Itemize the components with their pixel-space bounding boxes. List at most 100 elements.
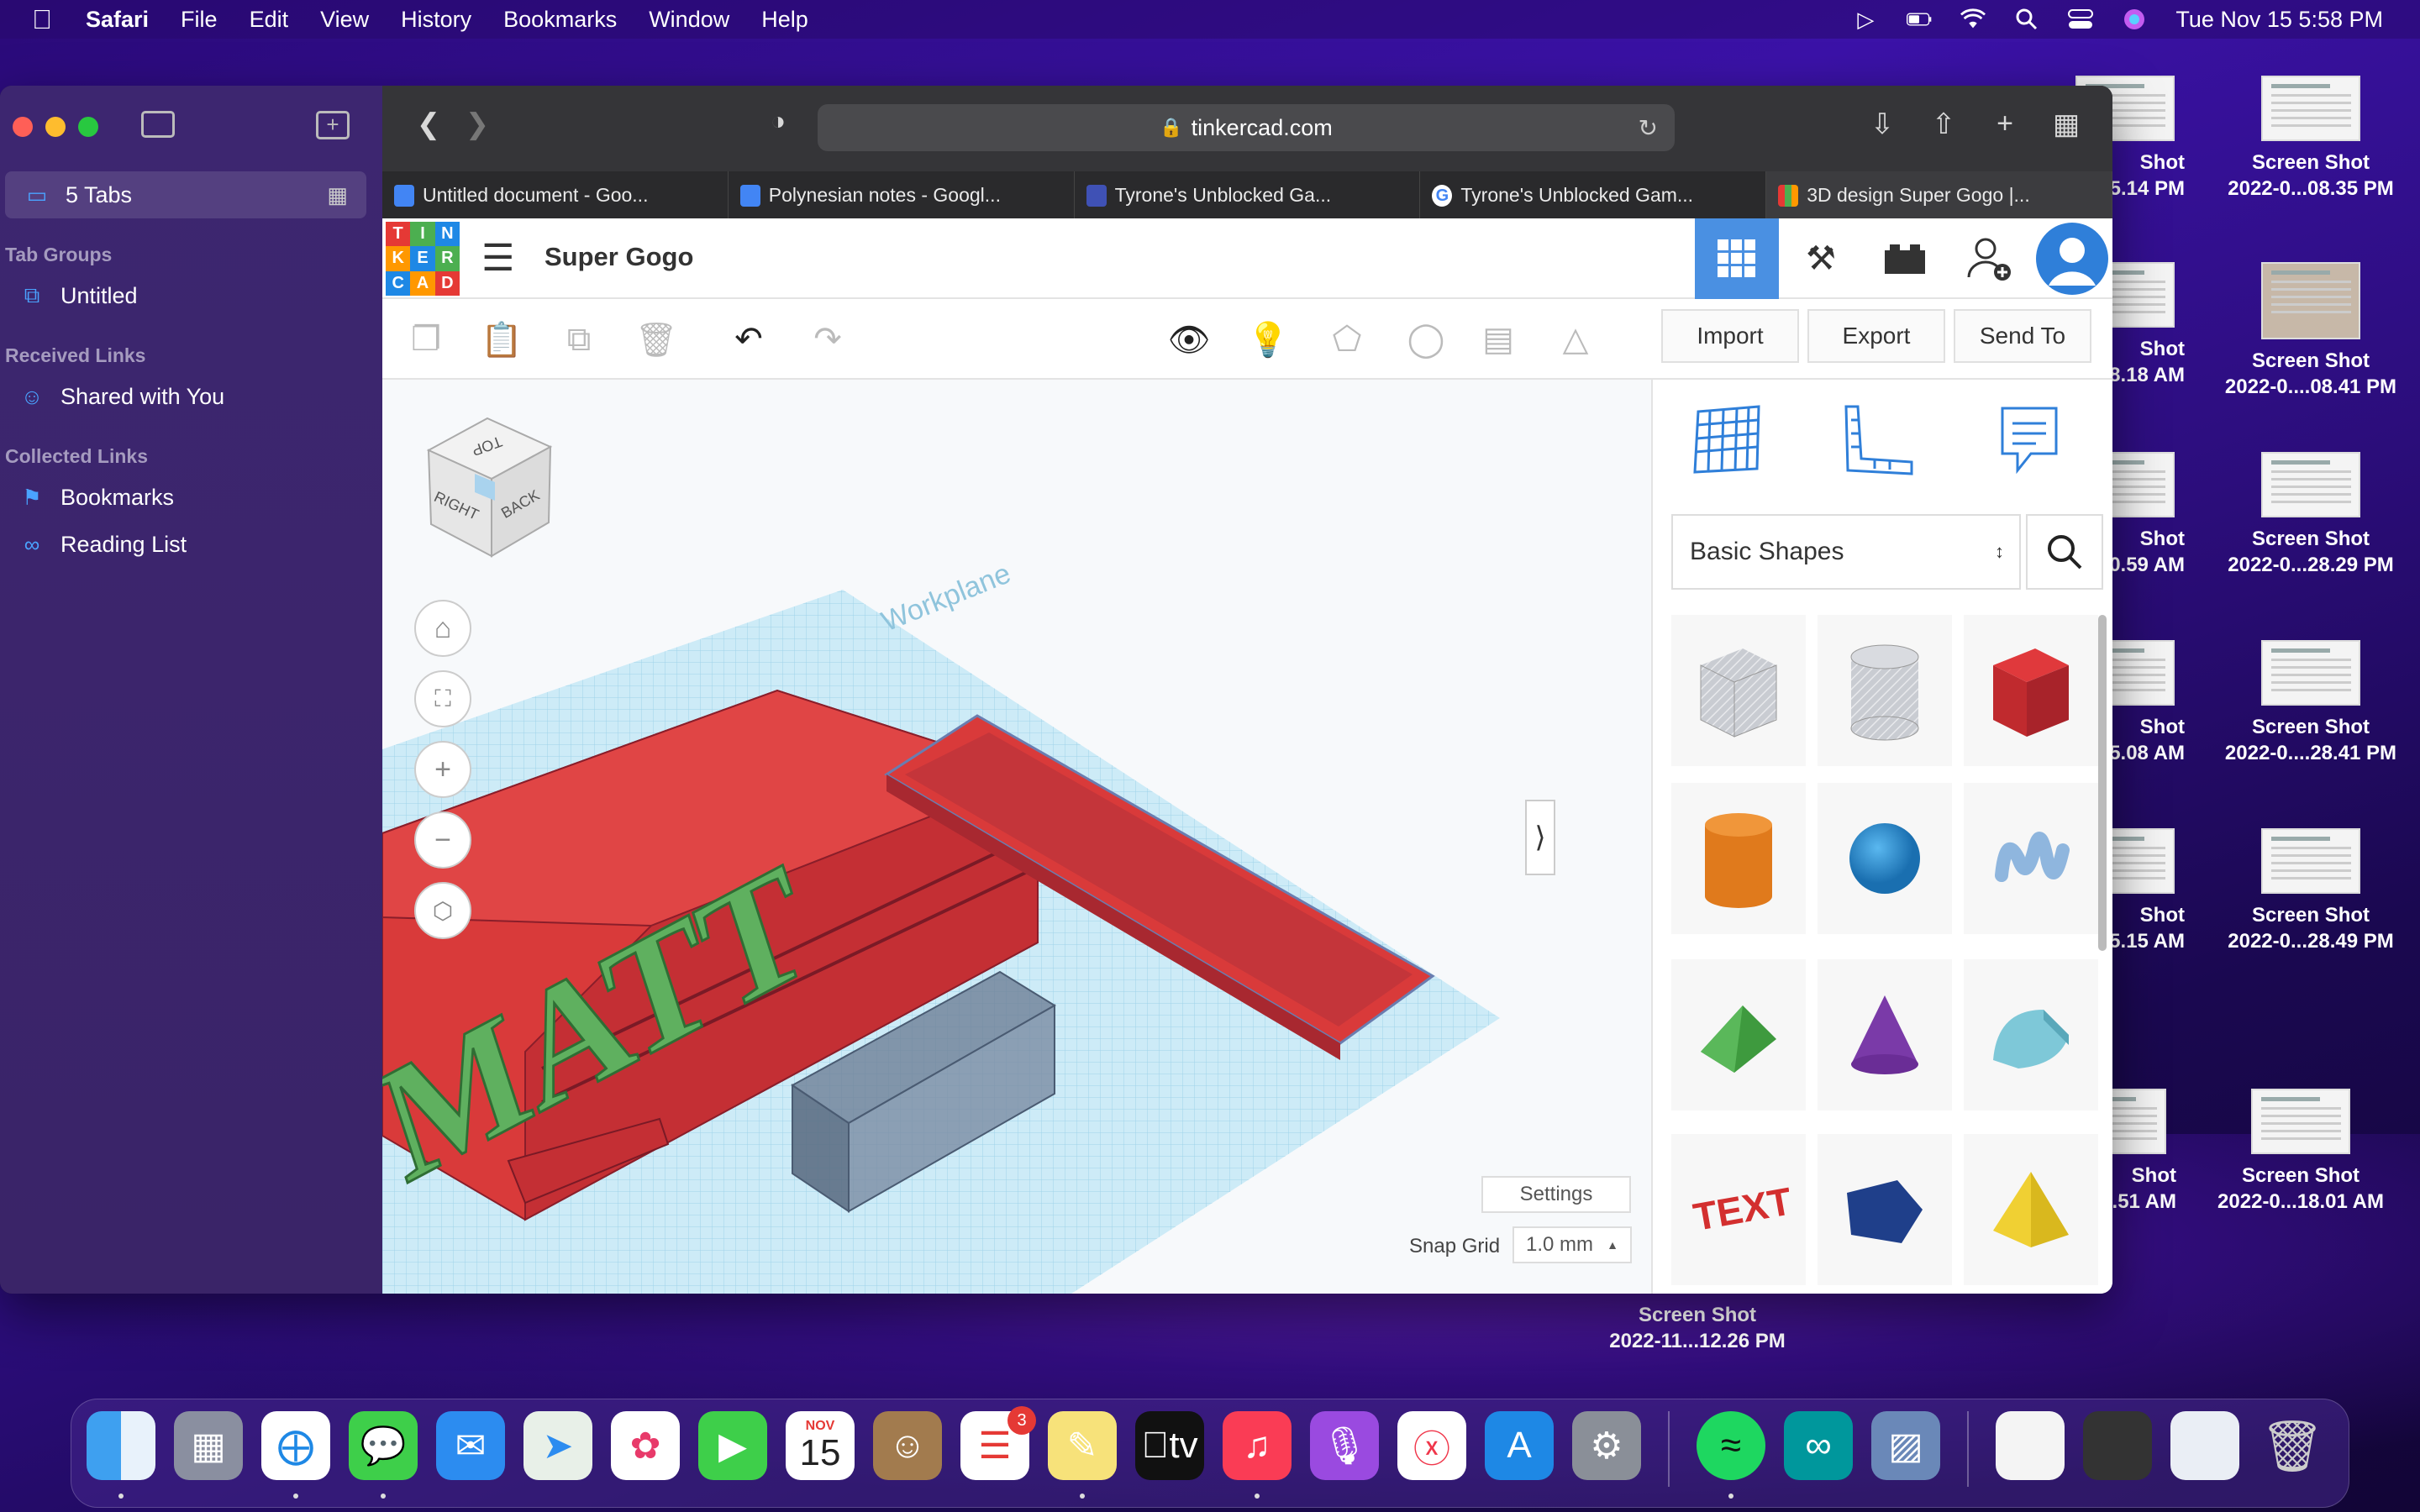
contacts-icon[interactable]: ☺ bbox=[873, 1411, 942, 1480]
shape-box[interactable] bbox=[1964, 615, 2098, 766]
design-list-icon[interactable]: ☰ bbox=[481, 237, 514, 280]
apple-icon[interactable]:  bbox=[32, 4, 52, 35]
downloads-icon[interactable]: ⇩ bbox=[1861, 108, 1903, 141]
trash-icon[interactable]: 🗑 bbox=[2258, 1411, 2327, 1480]
add-user-icon[interactable] bbox=[1947, 218, 2031, 299]
hole-icon[interactable]: ◯ bbox=[1402, 316, 1449, 363]
browser-tab-active[interactable]: 3D design Super Gogo |... bbox=[1766, 171, 2112, 218]
close-window-button[interactable] bbox=[13, 117, 33, 137]
settings-button[interactable]: Settings bbox=[1481, 1176, 1631, 1213]
grid-icon[interactable]: ▦ bbox=[327, 182, 348, 208]
menu-history[interactable]: History bbox=[401, 7, 471, 33]
shape-scribble[interactable] bbox=[1964, 783, 2098, 934]
undo-icon[interactable]: ↶ bbox=[725, 316, 772, 363]
new-tab-group-icon[interactable]: + bbox=[316, 111, 350, 139]
minimize-window-button[interactable] bbox=[45, 117, 66, 137]
apple-tv-icon[interactable]: tv bbox=[1135, 1411, 1204, 1480]
menu-help[interactable]: Help bbox=[761, 7, 808, 33]
workplane-canvas[interactable]: Workplane MATT TOP RIGHT BACK ⌂ ⛶ + − ⬡ … bbox=[382, 380, 1651, 1294]
siri-icon[interactable] bbox=[2122, 8, 2147, 30]
ruler-tool-icon[interactable] bbox=[1841, 403, 1917, 480]
sidebar-item-shared[interactable]: ☺ Shared with You bbox=[0, 373, 382, 420]
browser-tab[interactable]: Polynesian notes - Googl... bbox=[729, 171, 1075, 218]
notes-tool-icon[interactable] bbox=[1997, 403, 2061, 480]
menu-edit[interactable]: Edit bbox=[250, 7, 289, 33]
delete-icon[interactable]: 🗑 bbox=[633, 316, 680, 363]
zoom-in-icon[interactable]: + bbox=[414, 741, 471, 798]
now-playing-icon[interactable]: ▷ bbox=[1853, 7, 1878, 32]
paste-icon[interactable]: 📋 bbox=[478, 316, 525, 363]
spotlight-search-icon[interactable] bbox=[2014, 8, 2039, 30]
sidebar-item-reading-list[interactable]: ∞ Reading List bbox=[0, 521, 382, 568]
preview-icon[interactable]: ▨ bbox=[1871, 1411, 1940, 1480]
sidebar-toggle-icon[interactable] bbox=[141, 111, 175, 138]
shape-category-select[interactable]: Basic Shapes ↕ bbox=[1671, 514, 2021, 590]
duplicate-icon[interactable]: ⧉ bbox=[555, 316, 602, 363]
share-icon[interactable]: ⇧ bbox=[1923, 108, 1965, 141]
mirror-icon[interactable]: △ bbox=[1552, 316, 1599, 363]
bricks-icon[interactable] bbox=[1863, 218, 1947, 299]
spotify-icon[interactable]: ≈ bbox=[1697, 1411, 1765, 1480]
home-view-icon[interactable]: ⌂ bbox=[414, 600, 471, 657]
back-button[interactable]: ❮ bbox=[408, 108, 450, 141]
desktop-file[interactable]: Screen Shot 2022-0...08.35 PM bbox=[2218, 76, 2403, 202]
workplane-tool-icon[interactable] bbox=[1691, 403, 1764, 480]
desktop-file[interactable]: Screen Shot 2022-11...12.26 PM bbox=[1601, 1302, 1794, 1354]
zoom-out-icon[interactable]: − bbox=[414, 811, 471, 869]
desktop-file[interactable]: Screen Shot 2022-0...28.49 PM bbox=[2218, 828, 2403, 954]
photos-icon[interactable]: ✿ bbox=[611, 1411, 680, 1480]
control-center-icon[interactable] bbox=[2068, 8, 2094, 30]
send-to-button[interactable]: Send To bbox=[1954, 309, 2091, 363]
sidebar-item-tabs[interactable]: ▭ 5 Tabs ▦ bbox=[5, 171, 366, 218]
documents-stack-icon[interactable] bbox=[2170, 1411, 2239, 1480]
blocks-pickaxe-icon[interactable]: ⚒ bbox=[1779, 218, 1863, 299]
screenshot-stack-icon[interactable] bbox=[2083, 1411, 2152, 1480]
shape-cylinder-hole[interactable] bbox=[1818, 615, 1952, 766]
finder-icon[interactable] bbox=[87, 1411, 155, 1480]
zoom-window-button[interactable] bbox=[78, 117, 98, 137]
menu-view[interactable]: View bbox=[320, 7, 369, 33]
lightbulb-icon[interactable]: 💡 bbox=[1244, 316, 1292, 363]
desktop-file[interactable]: Screen Shot 2022-0...28.29 PM bbox=[2218, 452, 2403, 578]
sidebar-item-bookmarks[interactable]: ⚑ Bookmarks bbox=[0, 474, 382, 521]
maps-icon[interactable]: ➤ bbox=[523, 1411, 592, 1480]
arduino-icon[interactable]: ∞ bbox=[1784, 1411, 1853, 1480]
system-preferences-icon[interactable]: ⚙ bbox=[1572, 1411, 1641, 1480]
calendar-icon[interactable]: NOV 15 bbox=[786, 1411, 855, 1480]
import-button[interactable]: Import bbox=[1661, 309, 1799, 363]
shape-roof[interactable] bbox=[1671, 959, 1806, 1110]
copy-icon[interactable]: ❐ bbox=[402, 316, 450, 363]
3d-view-button[interactable] bbox=[1695, 218, 1779, 299]
shape-box-hole[interactable] bbox=[1671, 615, 1806, 766]
shape-sphere[interactable] bbox=[1818, 783, 1952, 934]
menu-window[interactable]: Window bbox=[649, 7, 729, 33]
shape-pyramid[interactable] bbox=[1964, 1134, 2098, 1285]
menu-bookmarks[interactable]: Bookmarks bbox=[503, 7, 617, 33]
mail-icon[interactable]: ✉ bbox=[436, 1411, 505, 1480]
shape-polygon[interactable] bbox=[1818, 1134, 1952, 1285]
browser-tab[interactable]: Tyrone's Unblocked Ga... bbox=[1075, 171, 1421, 218]
shape-text[interactable]: TEXT bbox=[1671, 1134, 1806, 1285]
new-tab-icon[interactable]: + bbox=[1984, 108, 2026, 140]
desktop-file[interactable]: Screen Shot 2022-0....28.41 PM bbox=[2218, 640, 2403, 766]
address-bar[interactable]: 🔒 tinkercad.com ↻ bbox=[818, 104, 1675, 151]
notes-icon[interactable]: ✎ bbox=[1048, 1411, 1117, 1480]
reload-icon[interactable]: ↻ bbox=[1639, 114, 1658, 142]
panel-scrollbar[interactable] bbox=[2098, 615, 2107, 951]
menu-file[interactable]: File bbox=[181, 7, 218, 33]
shape-round-roof[interactable] bbox=[1964, 959, 2098, 1110]
sidebar-item-untitled[interactable]: ⧉ Untitled bbox=[0, 272, 382, 319]
collapse-panel-handle[interactable]: ⟩ bbox=[1525, 800, 1555, 875]
tab-overview-icon[interactable]: ▦ bbox=[2045, 108, 2087, 141]
launchpad-icon[interactable]: ▦ bbox=[174, 1411, 243, 1480]
snap-grid-select[interactable]: 1.0 mm ▲ bbox=[1512, 1226, 1632, 1263]
view-cube[interactable]: TOP RIGHT BACK bbox=[416, 413, 559, 564]
browser-tab[interactable]: Untitled document - Goo... bbox=[382, 171, 729, 218]
notes-visibility-icon[interactable]: 👁 bbox=[1165, 316, 1213, 363]
privacy-shield-icon[interactable]: ◑ bbox=[757, 108, 799, 136]
redo-icon[interactable]: ↷ bbox=[804, 316, 851, 363]
align-icon[interactable]: ▤ bbox=[1475, 316, 1522, 363]
fit-view-icon[interactable]: ⛶ bbox=[414, 670, 471, 727]
facetime-icon[interactable]: ▶ bbox=[698, 1411, 767, 1480]
profile-avatar[interactable] bbox=[2031, 218, 2112, 299]
